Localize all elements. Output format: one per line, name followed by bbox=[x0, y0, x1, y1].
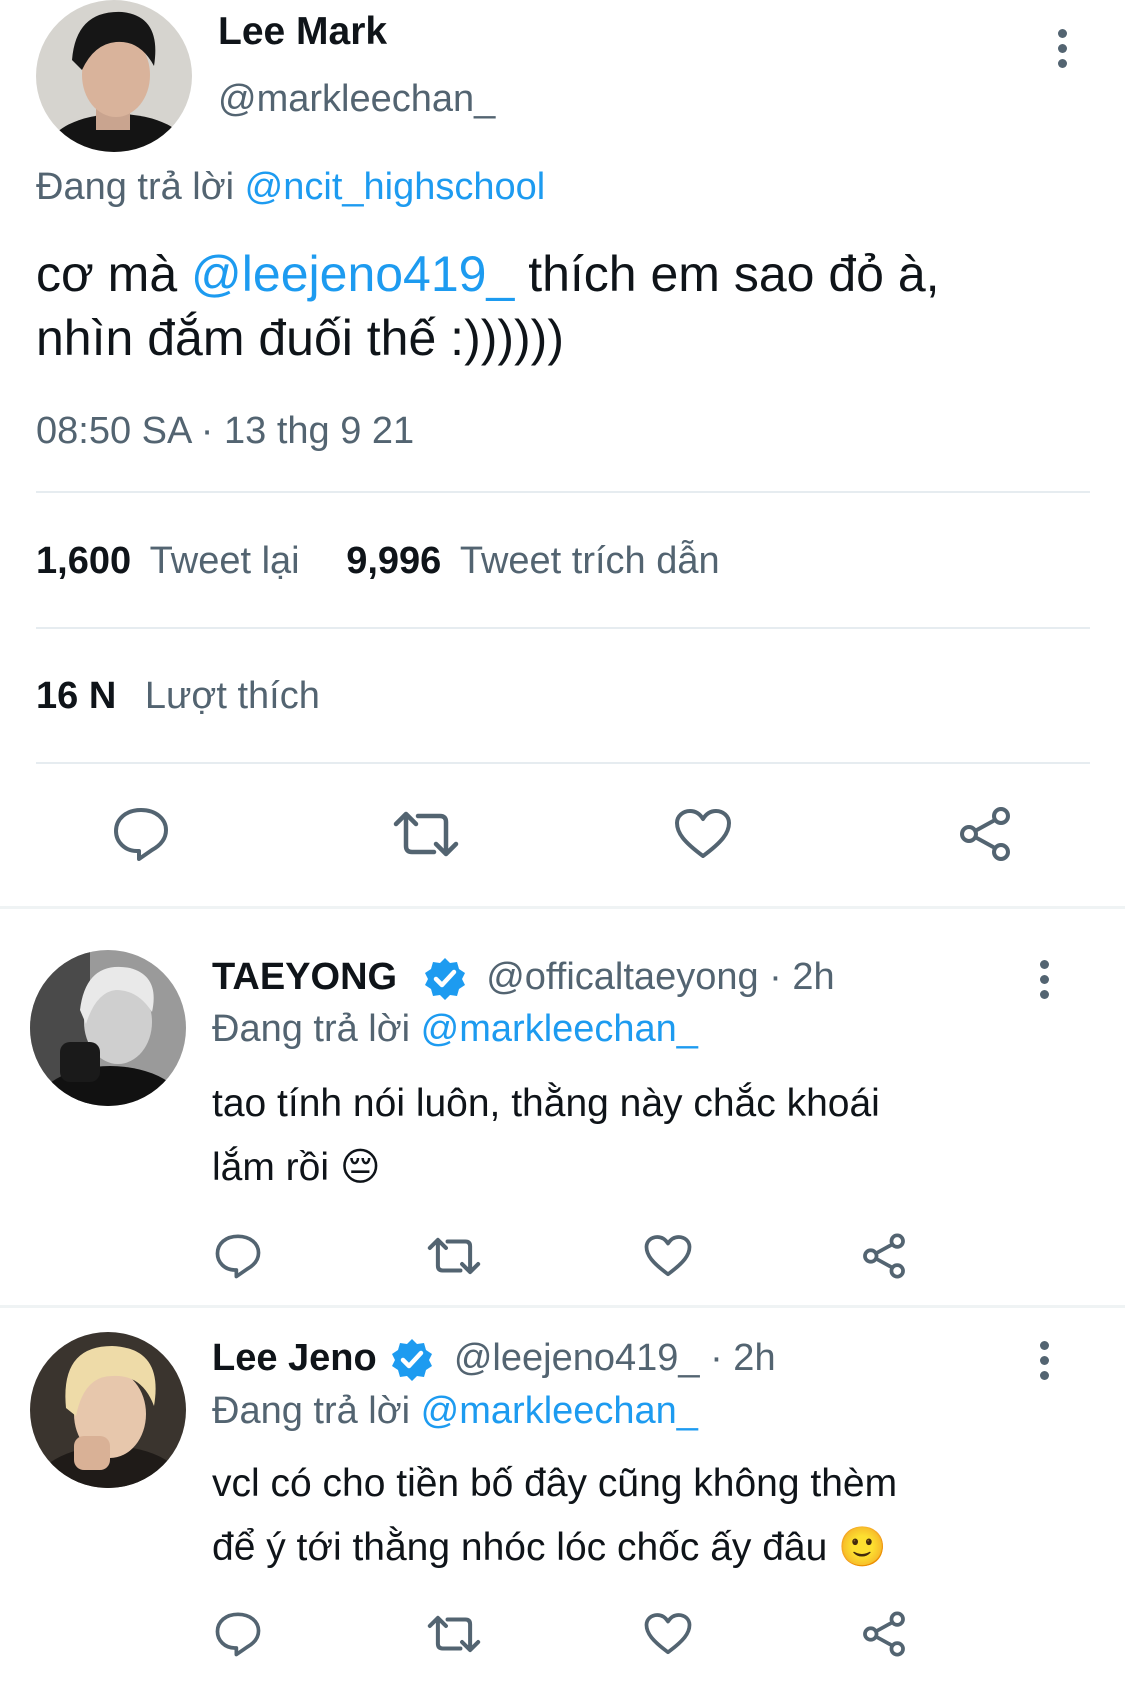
verified-badge-icon bbox=[392, 1339, 433, 1381]
engagement-stats: 1,600 Tweet lại 9,996 Tweet trích dẫn bbox=[36, 540, 720, 583]
divider bbox=[36, 762, 1090, 764]
share-nodes-icon bbox=[863, 1611, 905, 1657]
like-button[interactable] bbox=[640, 1230, 696, 1282]
like-count[interactable]: 16 N bbox=[36, 675, 116, 717]
reply-to-link[interactable]: @ncit_highschool bbox=[245, 166, 546, 208]
reply-author-name[interactable]: Lee Jeno bbox=[212, 1337, 377, 1379]
author-handle[interactable]: @markleechan_ bbox=[218, 78, 495, 121]
like-stats: 16 N Lượt thích bbox=[36, 675, 320, 718]
reply-to-link[interactable]: @markleechan_ bbox=[421, 1008, 698, 1050]
slight-smile-emoji: 🙂 bbox=[838, 1526, 887, 1569]
reply-context: Đang trả lời @ncit_highschool bbox=[36, 166, 545, 209]
share-button[interactable] bbox=[856, 1230, 912, 1282]
like-button[interactable] bbox=[668, 804, 738, 864]
comment-bubble-icon bbox=[215, 1234, 261, 1279]
comment-bubble-icon bbox=[114, 808, 168, 861]
reply-prefix: Đang trả lời bbox=[36, 166, 235, 208]
quote-label[interactable]: Tweet trích dẫn bbox=[460, 540, 720, 582]
more-vertical-icon[interactable] bbox=[1038, 1341, 1050, 1386]
share-nodes-icon bbox=[960, 807, 1010, 861]
reply-text-line2: để ý tới thằng nhóc lóc chốc ấy đâu 🙂 bbox=[212, 1526, 887, 1569]
retweet-arrows-icon bbox=[427, 1237, 481, 1275]
more-vertical-icon[interactable] bbox=[1056, 29, 1068, 74]
reply-text: tao tính nói luôn, thằng này chắc khoái … bbox=[212, 1072, 880, 1200]
reply-context: Đang trả lời @markleechan_ bbox=[212, 1008, 698, 1051]
reply-header: Lee Jeno @leejeno419_ · 2h bbox=[212, 1337, 776, 1383]
divider bbox=[36, 627, 1090, 629]
timestamp[interactable]: 08:50 SA · 13 thg 9 21 bbox=[36, 410, 414, 453]
retweet-button[interactable] bbox=[422, 1230, 486, 1282]
heart-icon bbox=[644, 1613, 692, 1655]
retweet-arrows-icon bbox=[393, 811, 459, 857]
reply-text: vcl có cho tiền bố đây cũng không thèm đ… bbox=[212, 1452, 897, 1580]
tweet-text: cơ mà @leejeno419_ thích em sao đỏ à, nh… bbox=[36, 242, 940, 370]
retweet-button[interactable] bbox=[422, 1608, 486, 1660]
author-name[interactable]: Lee Mark bbox=[218, 10, 387, 54]
reply-button[interactable] bbox=[106, 804, 176, 864]
avatar-taeyong[interactable] bbox=[30, 950, 186, 1106]
section-divider bbox=[0, 906, 1125, 909]
reply-button[interactable] bbox=[210, 1230, 266, 1282]
reply-author-name[interactable]: TAEYONG bbox=[212, 956, 397, 998]
comment-bubble-icon bbox=[215, 1612, 261, 1657]
reply-text-line1: tao tính nói luôn, thằng này chắc khoái bbox=[212, 1082, 880, 1125]
reply-context: Đang trả lời @markleechan_ bbox=[212, 1390, 698, 1433]
tweet-text-line1: cơ mà @leejeno419_ thích em sao đỏ à, bbox=[36, 246, 940, 302]
avatar-lee-mark[interactable] bbox=[36, 0, 192, 152]
share-button[interactable] bbox=[856, 1608, 912, 1660]
retweet-label[interactable]: Tweet lại bbox=[150, 540, 300, 582]
section-divider bbox=[0, 1305, 1125, 1308]
avatar-lee-jeno[interactable] bbox=[30, 1332, 186, 1488]
heart-icon bbox=[644, 1235, 692, 1277]
heart-icon bbox=[675, 809, 731, 858]
retweet-count[interactable]: 1,600 bbox=[36, 540, 131, 582]
quote-count[interactable]: 9,996 bbox=[346, 540, 441, 582]
retweet-arrows-icon bbox=[427, 1615, 481, 1653]
retweet-button[interactable] bbox=[386, 804, 466, 864]
reply-text-line2: lắm rồi 😔 bbox=[212, 1146, 381, 1189]
like-button[interactable] bbox=[640, 1608, 696, 1660]
reply-prefix: Đang trả lời bbox=[212, 1008, 411, 1050]
like-label[interactable]: Lượt thích bbox=[145, 675, 320, 717]
reply-time[interactable]: · 2h bbox=[769, 956, 834, 998]
pensive-emoji: 😔 bbox=[339, 1146, 381, 1189]
reply-prefix: Đang trả lời bbox=[212, 1390, 411, 1432]
reply-author-handle[interactable]: @leejeno419_ bbox=[454, 1337, 700, 1379]
share-button[interactable] bbox=[950, 804, 1020, 864]
more-vertical-icon[interactable] bbox=[1038, 960, 1050, 1005]
mention-link[interactable]: @leejeno419_ bbox=[191, 246, 514, 302]
reply-author-handle[interactable]: @officaltaeyong bbox=[486, 956, 758, 998]
reply-header: TAEYONG @officaltaeyong · 2h bbox=[212, 956, 835, 1002]
reply-to-link[interactable]: @markleechan_ bbox=[421, 1390, 698, 1432]
verified-badge-icon bbox=[424, 958, 465, 1000]
reply-time[interactable]: · 2h bbox=[710, 1337, 775, 1379]
tweet-text-line2: nhìn đắm đuối thế :)))))) bbox=[36, 310, 564, 366]
reply-text-line1: vcl có cho tiền bố đây cũng không thèm bbox=[212, 1462, 898, 1505]
reply-button[interactable] bbox=[210, 1608, 266, 1660]
divider bbox=[36, 491, 1090, 493]
share-nodes-icon bbox=[863, 1233, 905, 1279]
